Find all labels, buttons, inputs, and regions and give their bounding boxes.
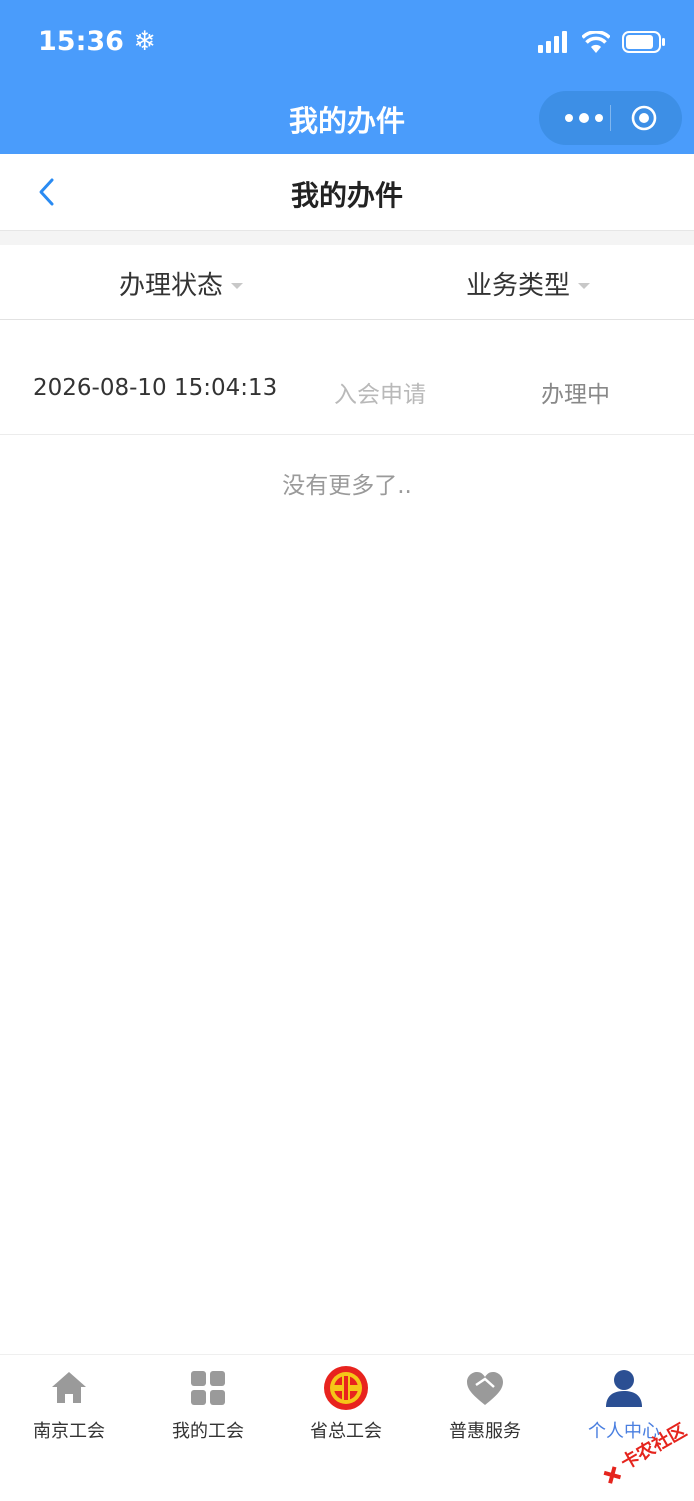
status-filter-label: 办理状态 bbox=[119, 271, 224, 301]
section-gap bbox=[0, 231, 694, 245]
svg-text:卡农社区: 卡农社区 bbox=[617, 1419, 690, 1474]
wifi-icon bbox=[582, 31, 610, 53]
person-icon bbox=[606, 1370, 642, 1407]
type-filter-label: 业务类型 bbox=[466, 271, 571, 301]
no-more-text: 没有更多了.. bbox=[282, 473, 412, 499]
tab-label: 南京工会 bbox=[33, 1421, 105, 1442]
status-time: 15:36 ❄ bbox=[38, 26, 156, 57]
status-filter-dropdown[interactable]: 办理状态 bbox=[119, 265, 244, 302]
grid-icon bbox=[191, 1371, 225, 1405]
heart-icon bbox=[467, 1372, 503, 1405]
record-time: 2026-08-10 15:04:13 bbox=[33, 375, 278, 401]
capsule-divider bbox=[610, 105, 611, 131]
watermark-logo: 卡农社区 bbox=[603, 1419, 690, 1484]
filter-bar: 办理状态 业务类型 bbox=[0, 245, 694, 320]
tab-label: 省总工会 bbox=[310, 1421, 382, 1442]
battery-icon bbox=[622, 31, 665, 53]
tab-my-union[interactable]: 我的工会 bbox=[148, 1365, 268, 1443]
caret-down-icon bbox=[231, 282, 244, 289]
record-status: 办理中 bbox=[541, 382, 610, 408]
caret-down-icon bbox=[578, 282, 591, 289]
page-title: 我的办件 bbox=[290, 179, 403, 212]
tab-label: 我的工会 bbox=[172, 1421, 244, 1442]
record-type: 入会申请 bbox=[334, 382, 426, 408]
mini-program-header: 15:36 ❄ 我的办件 bbox=[0, 0, 694, 154]
status-icons bbox=[538, 28, 666, 56]
more-menu-button[interactable] bbox=[561, 103, 607, 133]
type-filter-dropdown[interactable]: 业务类型 bbox=[466, 265, 591, 302]
home-icon bbox=[52, 1372, 86, 1403]
tab-provincial-union[interactable]: 省总工会 bbox=[286, 1365, 406, 1443]
signal-icon bbox=[538, 31, 567, 53]
page-header: 我的办件 bbox=[0, 154, 694, 231]
union-emblem-icon bbox=[324, 1366, 368, 1410]
capsule-menu bbox=[539, 91, 682, 145]
close-mini-program-icon[interactable] bbox=[631, 105, 657, 131]
list-item[interactable]: 2026-08-10 15:04:13 入会申请 办理中 bbox=[0, 345, 694, 435]
tab-nanjing-union[interactable]: 南京工会 bbox=[9, 1365, 129, 1443]
tab-benefits-service[interactable]: 普惠服务 bbox=[425, 1365, 545, 1443]
snowflake-icon: ❄ bbox=[133, 26, 156, 57]
tab-label: 普惠服务 bbox=[449, 1421, 521, 1442]
